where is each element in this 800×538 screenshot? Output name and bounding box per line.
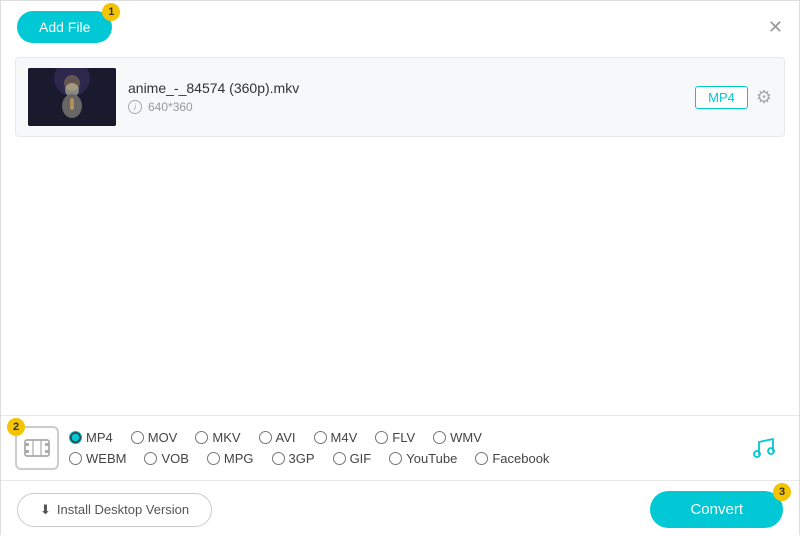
file-meta: i 640*360: [128, 100, 683, 114]
music-icon: [741, 426, 785, 470]
convert-button[interactable]: Convert 3: [650, 491, 783, 528]
main-content-area: [1, 145, 799, 415]
close-icon: ✕: [768, 17, 783, 37]
file-item: anime_-_84574 (360p).mkv i 640*360 MP4 ⚙: [15, 57, 785, 137]
format-gif[interactable]: GIF: [333, 451, 372, 466]
format-webm[interactable]: WEBM: [69, 451, 126, 466]
format-3gp[interactable]: 3GP: [272, 451, 315, 466]
header: Add File 1 ✕: [1, 1, 799, 49]
install-label: Install Desktop Version: [57, 502, 189, 517]
footer: ⬇ Install Desktop Version Convert 3: [1, 481, 799, 538]
format-panel-badge: 2: [7, 418, 25, 436]
download-icon: ⬇: [40, 502, 51, 518]
file-list: anime_-_84574 (360p).mkv i 640*360 MP4 ⚙: [1, 49, 799, 145]
format-row-1: MP4 MOV MKV AVI M4V FLV WMV: [69, 430, 731, 445]
convert-label: Convert: [690, 501, 743, 518]
add-file-button[interactable]: Add File 1: [17, 11, 112, 43]
settings-icon[interactable]: ⚙: [756, 87, 772, 108]
add-file-badge: 1: [102, 3, 120, 21]
format-m4v[interactable]: M4V: [314, 430, 358, 445]
file-thumbnail: [28, 68, 116, 126]
file-actions: MP4 ⚙: [695, 86, 772, 109]
format-mp4[interactable]: MP4: [69, 430, 113, 445]
info-icon: i: [128, 100, 142, 114]
format-panel: 2 MP4 MOV MKV AVI M4V FLV WMV: [1, 416, 799, 480]
film-icon-wrap: 2: [15, 426, 59, 470]
file-name: anime_-_84574 (360p).mkv: [128, 80, 683, 96]
format-mkv[interactable]: MKV: [195, 430, 240, 445]
format-badge-button[interactable]: MP4: [695, 86, 748, 109]
format-youtube[interactable]: YouTube: [389, 451, 457, 466]
format-wmv[interactable]: WMV: [433, 430, 482, 445]
install-desktop-button[interactable]: ⬇ Install Desktop Version: [17, 493, 212, 527]
format-flv[interactable]: FLV: [375, 430, 415, 445]
file-info: anime_-_84574 (360p).mkv i 640*360: [128, 80, 683, 114]
add-file-label: Add File: [39, 19, 90, 35]
format-facebook[interactable]: Facebook: [475, 451, 549, 466]
format-row-2: WEBM VOB MPG 3GP GIF YouTube Facebook: [69, 451, 731, 466]
convert-badge: 3: [773, 483, 791, 501]
close-button[interactable]: ✕: [768, 17, 783, 38]
format-mpg[interactable]: MPG: [207, 451, 254, 466]
format-avi[interactable]: AVI: [259, 430, 296, 445]
file-resolution: 640*360: [148, 100, 193, 114]
format-mov[interactable]: MOV: [131, 430, 178, 445]
format-options: MP4 MOV MKV AVI M4V FLV WMV: [69, 430, 731, 466]
format-vob[interactable]: VOB: [144, 451, 188, 466]
